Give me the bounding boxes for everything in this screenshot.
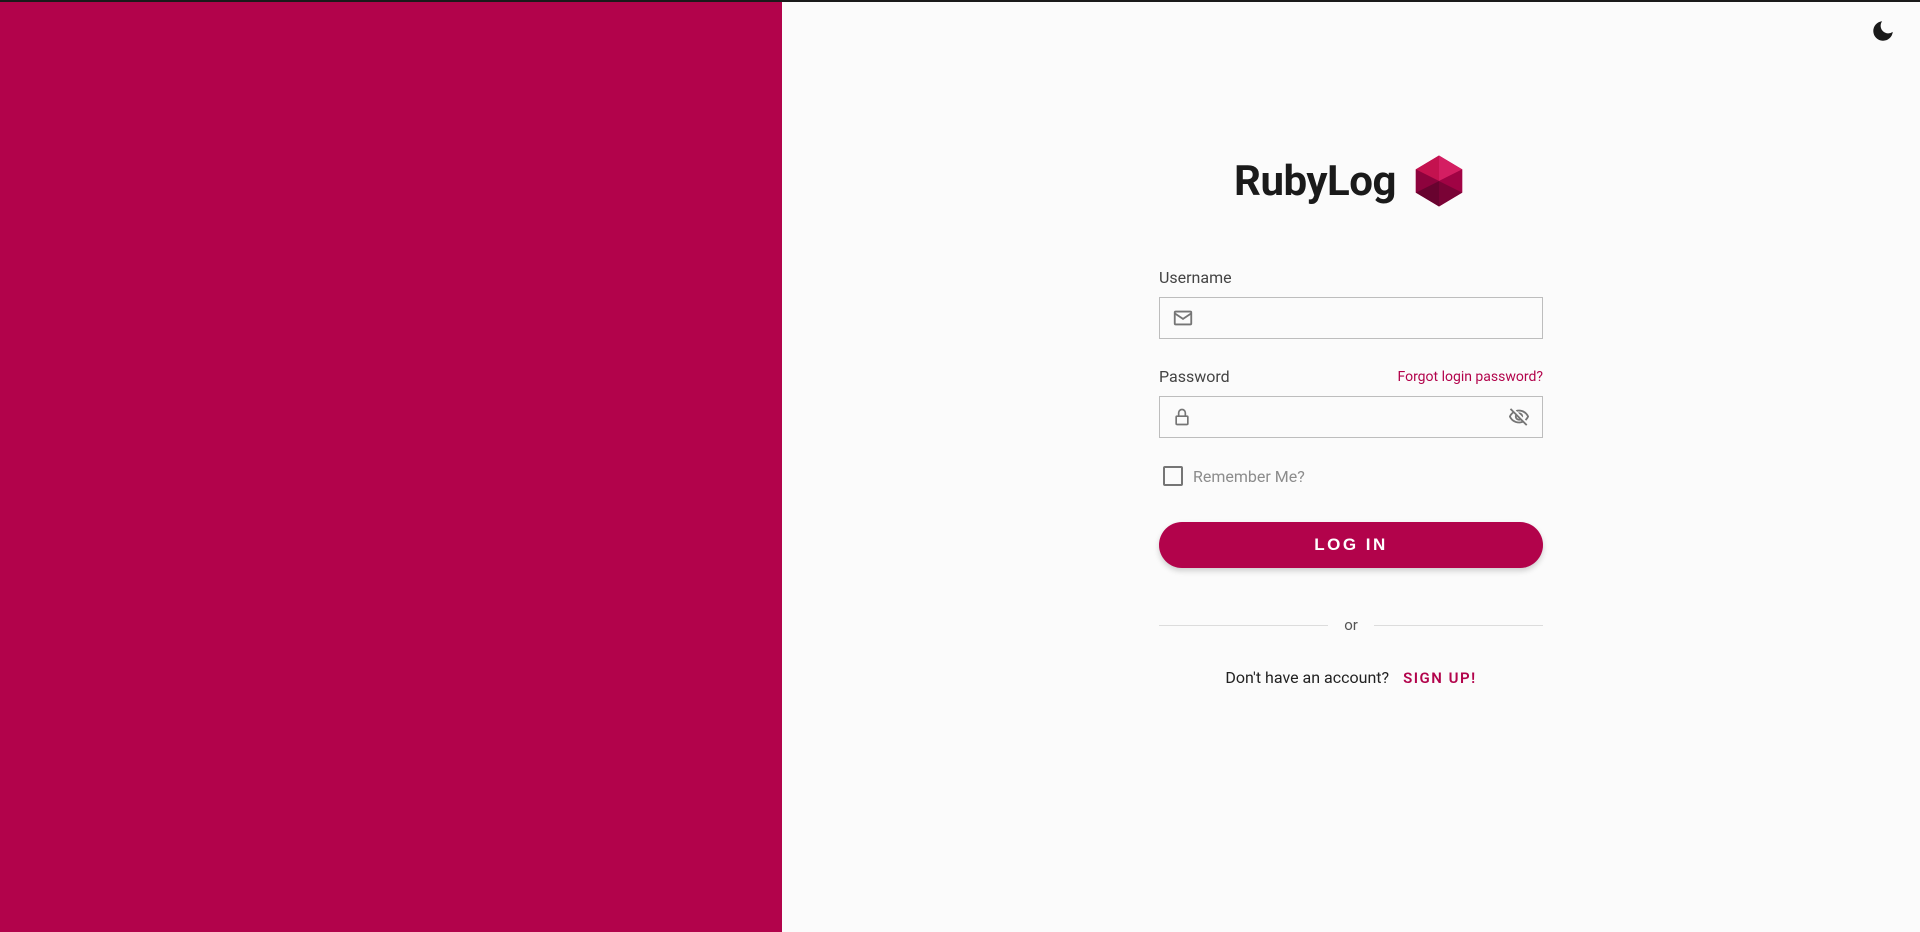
divider-row: or [1159,616,1543,634]
logo-section: RubyLog [1234,152,1468,210]
divider-text: or [1344,616,1358,634]
email-icon [1172,307,1194,329]
signup-row: Don't have an account? SIGN UP! [1159,668,1543,687]
signup-prompt: Don't have an account? [1225,668,1389,687]
divider-line-right [1374,625,1543,626]
password-label: Password [1159,367,1230,386]
theme-toggle-button[interactable] [1870,18,1896,48]
main-container: RubyLog Username [0,2,1920,932]
ruby-gem-icon [1410,152,1468,210]
moon-icon [1870,18,1896,44]
left-decorative-panel [0,2,782,932]
password-input-wrapper[interactable] [1159,396,1543,438]
remember-me-checkbox[interactable] [1163,466,1183,486]
brand-name: RubyLog [1234,157,1396,206]
right-login-panel: RubyLog Username [782,2,1920,932]
signup-link[interactable]: SIGN UP! [1403,669,1477,687]
forgot-password-link[interactable]: Forgot login password? [1397,369,1543,385]
password-field-group: Password Forgot login password? [1159,367,1543,438]
username-input[interactable] [1202,298,1530,338]
divider-line-left [1159,625,1328,626]
toggle-password-visibility[interactable] [1508,406,1530,428]
password-input[interactable] [1200,397,1500,437]
eye-off-icon [1508,406,1530,428]
remember-me-row: Remember Me? [1159,466,1543,486]
remember-me-label[interactable]: Remember Me? [1193,467,1305,486]
username-label: Username [1159,268,1543,287]
username-input-wrapper[interactable] [1159,297,1543,339]
username-field-group: Username [1159,268,1543,339]
login-button[interactable]: LOG IN [1159,522,1543,568]
lock-icon [1172,407,1192,427]
login-form: Username Password Forgot login password? [1159,268,1543,687]
